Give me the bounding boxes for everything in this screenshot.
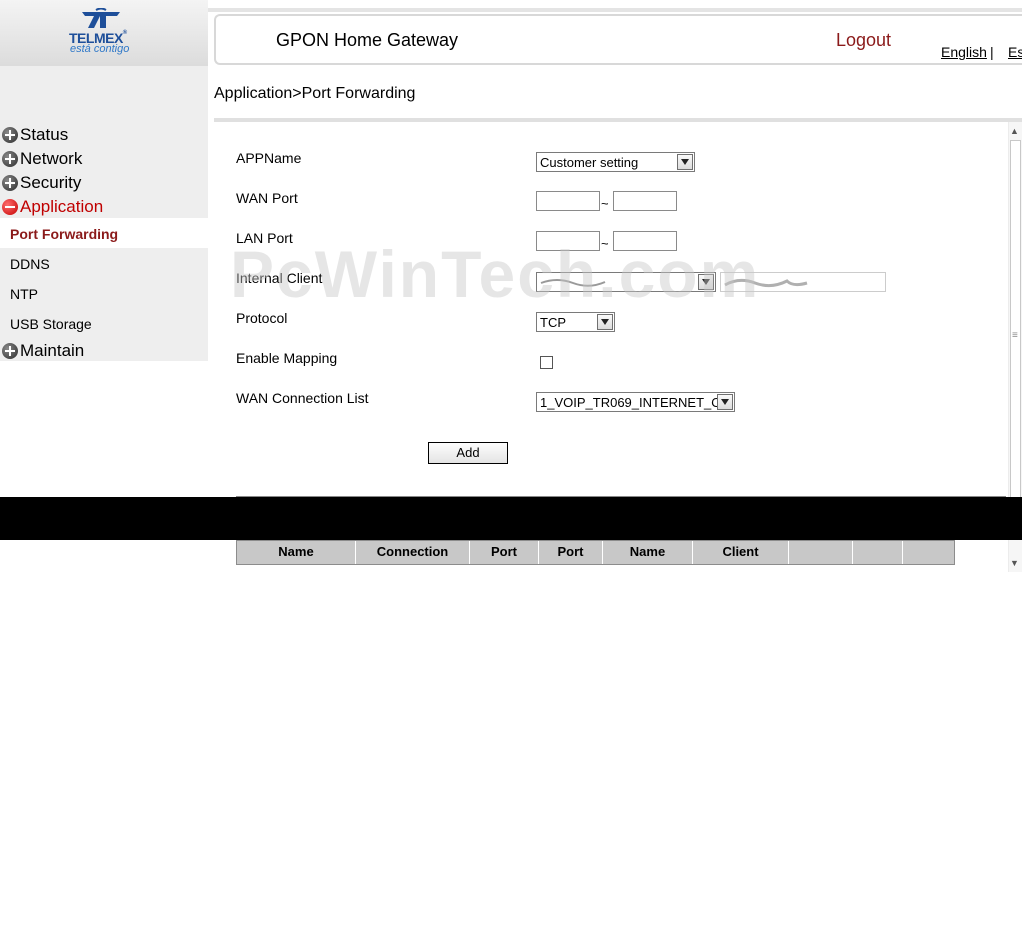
scroll-up-icon[interactable]: ▲ xyxy=(1010,126,1019,136)
plus-icon xyxy=(2,127,18,143)
table-header-cell xyxy=(903,541,954,564)
logo-area: TELMEX® está contigo xyxy=(0,0,208,66)
enable-mapping-checkbox[interactable] xyxy=(540,356,553,369)
table-header-cell xyxy=(853,541,903,564)
wan-connection-select-value: 1_VOIP_TR069_INTERNET_O xyxy=(540,394,722,410)
table-header-cell: Port xyxy=(539,541,603,564)
logout-link[interactable]: Logout xyxy=(836,30,891,51)
wan-port-start-input[interactable] xyxy=(536,191,600,211)
lan-port-start-input[interactable] xyxy=(536,231,600,251)
appname-select-value: Customer setting xyxy=(540,154,639,170)
internal-client-label: Internal Client xyxy=(236,270,323,286)
sidebar-item-label: Network xyxy=(20,149,83,168)
wan-port-range-separator: ~ xyxy=(601,196,609,211)
table-header-cell: Connection xyxy=(356,541,470,564)
appname-select[interactable]: Customer setting xyxy=(536,152,695,172)
sidebar-item-label: Security xyxy=(20,173,82,192)
protocol-label: Protocol xyxy=(236,310,288,326)
appname-label: APPName xyxy=(236,150,302,166)
wan-port-end-input[interactable] xyxy=(613,191,677,211)
telmex-logo-icon xyxy=(82,8,120,28)
table-header-cell: Name xyxy=(237,541,356,564)
protocol-select[interactable]: TCP xyxy=(536,312,615,332)
breadcrumb-divider xyxy=(214,118,1022,122)
chevron-down-icon xyxy=(597,314,613,330)
enable-mapping-label: Enable Mapping xyxy=(236,350,338,366)
sidebar-item-application[interactable]: Application xyxy=(0,197,103,217)
redaction-scribble-icon xyxy=(724,278,808,288)
scroll-down-icon[interactable]: ▼ xyxy=(1010,558,1019,568)
table-header-cell: Name xyxy=(603,541,693,564)
sidebar-subitem-ntp[interactable]: NTP xyxy=(10,286,38,302)
wan-connection-list-label: WAN Connection List xyxy=(236,390,369,406)
language-separator: | xyxy=(990,44,994,60)
table-header-cell: Port xyxy=(470,541,539,564)
add-button[interactable]: Add xyxy=(428,442,508,464)
scroll-grip-icon: ≡ xyxy=(1012,330,1018,341)
sidebar-item-network[interactable]: Network xyxy=(0,149,82,169)
sidebar-item-label: Maintain xyxy=(20,341,85,360)
chevron-down-icon xyxy=(698,274,714,290)
wan-connection-select[interactable]: 1_VOIP_TR069_INTERNET_O xyxy=(536,392,735,412)
sidebar-item-status[interactable]: Status xyxy=(0,125,68,145)
port-forwarding-table-header: Name Connection Port Port Name Client xyxy=(236,540,955,565)
internal-client-ip-input[interactable] xyxy=(720,272,886,292)
sidebar-item-label: Status xyxy=(20,125,69,144)
redaction-bar xyxy=(0,497,1022,540)
internal-client-select[interactable] xyxy=(536,272,716,292)
sidebar-subitem-usb-storage[interactable]: USB Storage xyxy=(10,316,92,332)
lan-port-label: LAN Port xyxy=(236,230,293,246)
redaction-scribble-icon xyxy=(540,279,606,287)
sidebar-item-label: Application xyxy=(20,197,104,216)
language-english-link[interactable]: English xyxy=(941,44,987,60)
sidebar-subitem-label[interactable]: Port Forwarding xyxy=(10,226,118,242)
chevron-down-icon xyxy=(717,394,733,410)
minus-icon xyxy=(2,199,18,215)
sidebar-item-security[interactable]: Security xyxy=(0,173,81,193)
lan-port-end-input[interactable] xyxy=(613,231,677,251)
language-espanol-link[interactable]: Es xyxy=(1008,44,1022,60)
header-strip xyxy=(208,8,1022,12)
lan-port-range-separator: ~ xyxy=(601,236,609,251)
page-header-title: GPON Home Gateway xyxy=(276,30,459,50)
chevron-down-icon xyxy=(677,154,693,170)
brand-tagline: está contigo xyxy=(70,43,130,55)
plus-icon xyxy=(2,151,18,167)
protocol-select-value: TCP xyxy=(540,314,566,330)
plus-icon xyxy=(2,343,18,359)
sidebar-subitem-ddns[interactable]: DDNS xyxy=(10,256,50,272)
breadcrumb: Application>Port Forwarding xyxy=(214,85,416,102)
plus-icon xyxy=(2,175,18,191)
table-header-cell xyxy=(789,541,853,564)
table-header-cell: Client xyxy=(693,541,789,564)
wan-port-label: WAN Port xyxy=(236,190,298,206)
sidebar-item-maintain[interactable]: Maintain xyxy=(0,341,84,361)
scrollbar-thumb[interactable] xyxy=(1010,140,1021,498)
